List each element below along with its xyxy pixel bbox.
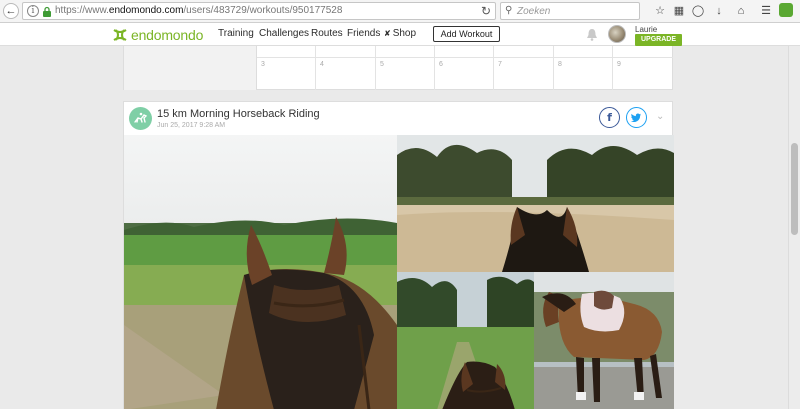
nav-training[interactable]: Training — [218, 28, 254, 39]
avatar[interactable] — [608, 25, 626, 43]
lock-icon — [43, 6, 51, 17]
twitter-icon — [630, 113, 641, 122]
upgrade-button[interactable]: UPGRADE — [635, 34, 682, 46]
calendar-day[interactable]: 7 — [494, 58, 554, 90]
workout-calendar: 3 4 5 6 7 8 9 — [123, 46, 673, 90]
nav-shop[interactable]: ✘ Shop — [384, 28, 416, 39]
facebook-share-button[interactable]: f — [599, 107, 620, 128]
nav-shop-label: Shop — [392, 28, 417, 39]
chevron-down-icon[interactable]: ⌄ — [656, 111, 664, 122]
endomondo-logo[interactable]: endomondo — [113, 26, 203, 43]
page-scrollbar[interactable] — [788, 46, 800, 409]
photo-field-ride[interactable] — [124, 135, 397, 409]
calendar-cell — [494, 46, 554, 58]
calendar-day[interactable]: 4 — [316, 58, 376, 90]
star-icon[interactable]: ☆ — [652, 3, 668, 19]
photo-forest-path[interactable] — [397, 272, 534, 409]
url-bar[interactable]: i https://www.endomondo.com/users/483729… — [22, 2, 496, 20]
browser-toolbar: ← i https://www.endomondo.com/users/4837… — [0, 0, 800, 23]
workout-date: Jun 25, 2017 9:28 AM — [157, 122, 226, 129]
notification-bell-icon[interactable] — [586, 28, 598, 41]
add-workout-button[interactable]: Add Workout — [433, 26, 500, 42]
calendar-day[interactable]: 3 — [257, 58, 316, 90]
scrollbar-thumb[interactable] — [791, 143, 798, 235]
nav-challenges[interactable]: Challenges — [259, 28, 309, 39]
extension-icon[interactable] — [779, 3, 793, 17]
calendar-day[interactable]: 6 — [435, 58, 494, 90]
reload-icon[interactable]: ↻ — [481, 4, 491, 18]
menu-icon[interactable]: ☰ — [758, 3, 774, 19]
calendar-cell — [316, 46, 376, 58]
reading-list-icon[interactable]: ▦ — [671, 3, 687, 19]
search-placeholder: Zoeken — [517, 6, 551, 17]
photo-sand-arena[interactable] — [397, 135, 674, 272]
url-text: https://www.endomondo.com/users/483729/w… — [55, 5, 343, 16]
nav-routes[interactable]: Routes — [311, 28, 343, 39]
logo-text: endomondo — [131, 26, 204, 43]
search-icon: ⚲ — [505, 5, 513, 16]
shop-brand-icon: ✘ — [384, 29, 391, 38]
calendar-day[interactable]: 8 — [554, 58, 613, 90]
twitter-share-button[interactable] — [626, 107, 647, 128]
horse-riding-icon — [129, 107, 152, 130]
calendar-cell — [435, 46, 494, 58]
download-icon[interactable]: ↓ — [711, 3, 727, 19]
workout-title[interactable]: 15 km Morning Horseback Riding — [157, 108, 320, 120]
calendar-sidebar — [124, 46, 257, 90]
under-armour-icon — [113, 28, 127, 41]
calendar-cell — [554, 46, 613, 58]
pocket-icon[interactable]: ◯ — [690, 3, 706, 19]
photo-saddled-horse[interactable] — [534, 272, 674, 409]
back-arrow-icon[interactable]: ← — [3, 3, 19, 19]
calendar-cell — [376, 46, 435, 58]
home-icon[interactable]: ⌂ — [733, 3, 749, 19]
info-icon[interactable]: i — [27, 5, 39, 17]
calendar-cell — [257, 46, 316, 58]
user-name[interactable]: Laurie — [635, 25, 657, 34]
calendar-day[interactable]: 9 — [613, 58, 673, 90]
nav-friends[interactable]: Friends — [347, 28, 380, 39]
calendar-day[interactable]: 5 — [376, 58, 435, 90]
workout-card: 15 km Morning Horseback Riding Jun 25, 2… — [123, 101, 674, 409]
site-header: endomondo Training Challenges Routes Fri… — [0, 23, 800, 46]
search-input[interactable]: ⚲ Zoeken — [500, 2, 640, 20]
